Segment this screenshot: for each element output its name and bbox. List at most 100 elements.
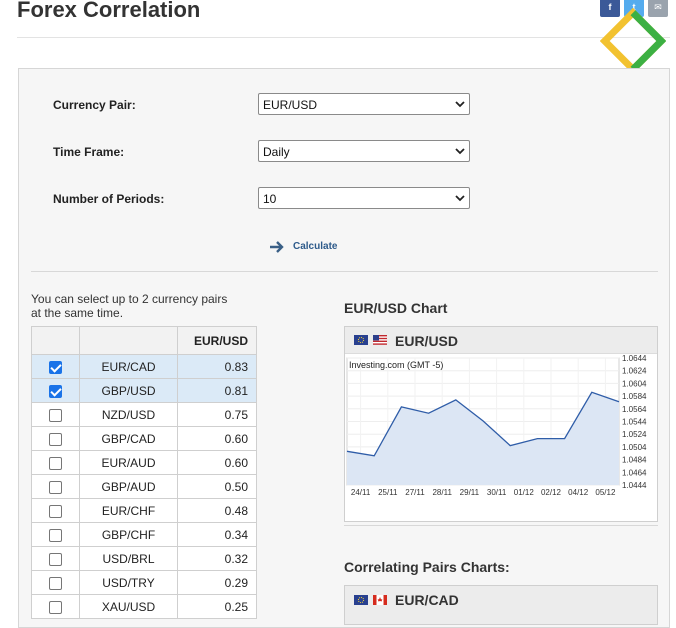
pair-checkbox[interactable] <box>49 576 62 590</box>
price-chart: EUR/USD 1.0644 1.0624 1.0604 1.0584 1.0564 1.… <box>344 326 658 522</box>
table-row[interactable]: USD/TRY 0.29 <box>31 570 257 595</box>
periods-label: Number of Periods: <box>53 192 165 206</box>
pair-name: EUR/AUD <box>79 450 178 475</box>
pair-checkbox[interactable] <box>49 360 62 374</box>
table-row[interactable]: USD/BRL 0.32 <box>31 546 257 571</box>
correlation-value: 0.81 <box>177 378 257 403</box>
row-checkbox-cell <box>31 378 80 403</box>
correlation-value: 0.75 <box>177 402 257 427</box>
eu-flag-icon <box>354 335 368 345</box>
eu-flag-icon <box>354 595 368 605</box>
chart-divider <box>344 525 658 526</box>
pair-name: USD/TRY <box>79 570 178 595</box>
time-frame-label: Time Frame: <box>53 145 125 159</box>
title-divider <box>17 37 670 38</box>
row-checkbox-cell <box>31 450 80 475</box>
table-row[interactable]: XAU/USD 0.25 <box>31 594 257 619</box>
row-checkbox-cell <box>31 402 80 427</box>
pair-checkbox[interactable] <box>49 480 62 494</box>
table-row[interactable]: GBP/AUD 0.50 <box>31 474 257 499</box>
table-row[interactable]: NZD/USD 0.75 <box>31 402 257 427</box>
correlation-value: 0.32 <box>177 546 257 571</box>
chart-header: EUR/USD <box>345 327 657 354</box>
y-tick-label: 1.0564 <box>622 405 647 414</box>
correlating-charts-title: Correlating Pairs Charts: <box>344 559 510 575</box>
periods-select[interactable]: 10 <box>258 187 470 209</box>
correlating-chart-header: EUR/CAD <box>344 585 658 625</box>
table-row[interactable]: GBP/CAD 0.60 <box>31 426 257 451</box>
x-tick-label: 02/12 <box>541 488 562 497</box>
pair-checkbox[interactable] <box>49 408 62 422</box>
chevron-down-icon <box>455 101 465 108</box>
pair-name: GBP/USD <box>79 378 178 403</box>
row-checkbox-cell <box>31 354 80 379</box>
correlation-value: 0.60 <box>177 450 257 475</box>
y-tick-label: 1.0644 <box>622 355 647 363</box>
pair-name: EUR/CHF <box>79 498 178 523</box>
table-row[interactable]: GBP/CHF 0.34 <box>31 522 257 547</box>
pair-name: GBP/CHF <box>79 522 178 547</box>
row-checkbox-cell <box>31 594 80 619</box>
row-checkbox-cell <box>31 546 80 571</box>
calculate-label: Calculate <box>293 241 338 252</box>
pair-checkbox[interactable] <box>49 384 62 398</box>
row-checkbox-cell <box>31 522 80 547</box>
x-tick-label: 27/11 <box>405 488 425 497</box>
correlation-value: 0.50 <box>177 474 257 499</box>
correlation-value: 0.48 <box>177 498 257 523</box>
brand-logo <box>600 8 666 74</box>
x-tick-label: 29/11 <box>460 488 480 497</box>
time-frame-select[interactable]: Daily <box>258 140 470 162</box>
row-checkbox-cell <box>31 498 80 523</box>
pair-checkbox[interactable] <box>49 528 62 542</box>
x-tick-label: 04/12 <box>568 488 589 497</box>
y-tick-label: 1.0444 <box>622 481 647 490</box>
correlation-table: EUR/USD EUR/CAD 0.83 GBP/USD 0.81 NZD/USD 0.7… <box>31 326 257 619</box>
canada-flag-icon <box>373 595 387 605</box>
form-divider <box>31 271 658 272</box>
chart-source-label: Investing.com (GMT -5) <box>349 360 443 370</box>
pair-checkbox[interactable] <box>49 504 62 518</box>
chart-section-title: EUR/USD Chart <box>344 300 448 316</box>
table-header-row: EUR/USD <box>31 326 257 355</box>
table-row[interactable]: EUR/CHF 0.48 <box>31 498 257 523</box>
pair-name: GBP/CAD <box>79 426 178 451</box>
pair-checkbox[interactable] <box>49 432 62 446</box>
chevron-down-icon <box>455 195 465 202</box>
pair-checkbox[interactable] <box>49 552 62 566</box>
y-tick-label: 1.0544 <box>622 418 647 427</box>
table-row[interactable]: EUR/CAD 0.83 <box>31 354 257 379</box>
checkbox-column-header <box>31 326 80 355</box>
correlation-value: 0.34 <box>177 522 257 547</box>
pair-column-header <box>79 326 178 355</box>
y-tick-label: 1.0604 <box>622 379 647 388</box>
y-tick-label: 1.0464 <box>622 468 647 477</box>
arrow-right-icon <box>270 241 284 253</box>
correlation-value: 0.29 <box>177 570 257 595</box>
page-title: Forex Correlation <box>17 0 201 22</box>
pair-checkbox[interactable] <box>49 456 62 470</box>
selection-hint: You can select up to 2 currency pairs at… <box>31 292 228 320</box>
table-row[interactable]: EUR/AUD 0.60 <box>31 450 257 475</box>
currency-pair-select[interactable]: EUR/USD <box>258 93 470 115</box>
pair-name: USD/BRL <box>79 546 178 571</box>
row-checkbox-cell <box>31 474 80 499</box>
x-tick-label: 30/11 <box>487 488 507 497</box>
chevron-down-icon <box>455 148 465 155</box>
pair-name: NZD/USD <box>79 402 178 427</box>
table-row[interactable]: GBP/USD 0.81 <box>31 378 257 403</box>
y-tick-label: 1.0584 <box>622 392 647 401</box>
price-chart-plot: 1.0644 1.0624 1.0604 1.0584 1.0564 1.0544 1.05… <box>346 355 647 497</box>
currency-pair-label: Currency Pair: <box>53 98 136 112</box>
x-tick-label: 25/11 <box>378 488 398 497</box>
x-tick-label: 24/11 <box>351 488 371 497</box>
y-tick-label: 1.0484 <box>622 456 647 465</box>
y-tick-label: 1.0524 <box>622 430 647 439</box>
correlation-value: 0.60 <box>177 426 257 451</box>
x-tick-label: 05/12 <box>595 488 616 497</box>
x-tick-label: 28/11 <box>432 488 452 497</box>
correlating-pair-label: EUR/CAD <box>395 592 459 608</box>
row-checkbox-cell <box>31 570 80 595</box>
correlation-panel: Currency Pair: EUR/USD Time Frame: Daily… <box>18 68 670 628</box>
time-frame-value: Daily <box>263 145 290 159</box>
